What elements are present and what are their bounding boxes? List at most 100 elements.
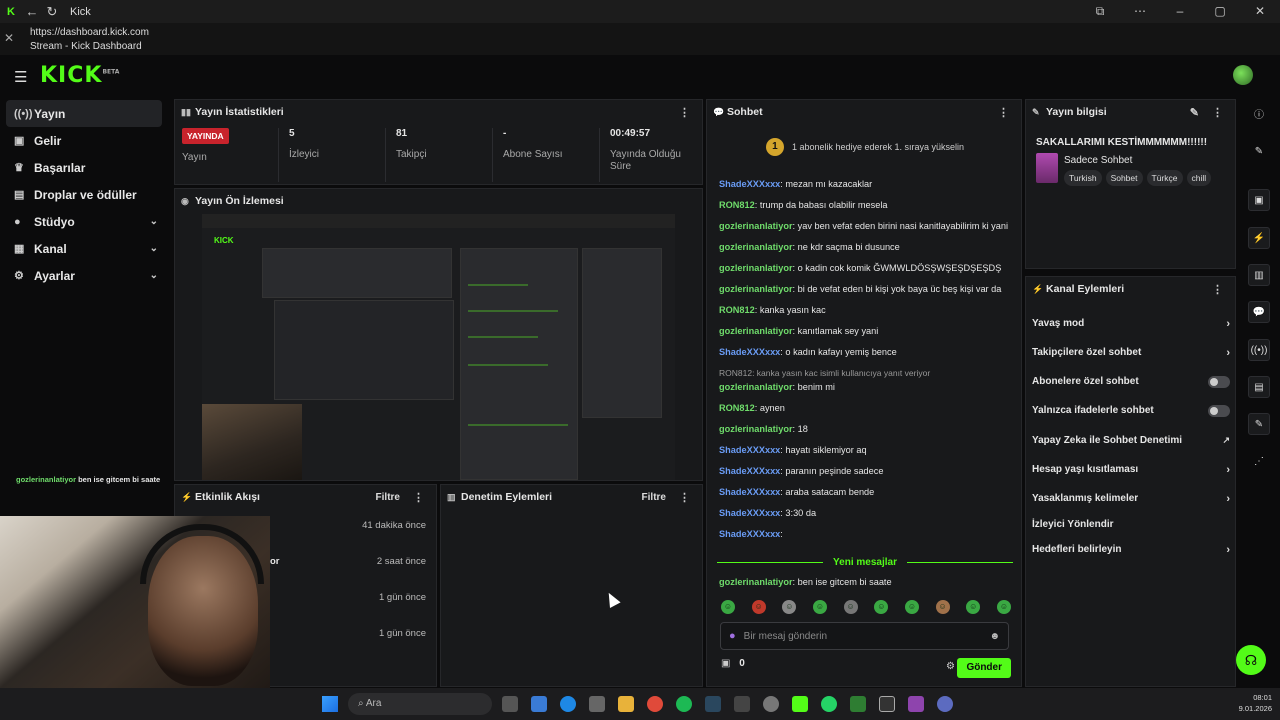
chat-input[interactable]: ● Bir mesaj gönderin ☻ [720,622,1009,650]
epic-games-icon[interactable] [734,696,750,712]
windows-start-icon[interactable] [322,696,338,712]
visual-studio-icon[interactable] [908,696,924,712]
emote-icon[interactable]: ☺ [996,600,1011,614]
taskbar-search[interactable]: ⌕ Ara [348,693,492,715]
action-followers-only[interactable]: Takipçilere özel sohbet › [1032,347,1232,359]
chat-username[interactable]: RON812 [719,403,755,413]
emote-icon[interactable]: ☺ [751,600,766,614]
tag[interactable]: chill [1186,170,1212,186]
more-options-icon[interactable]: ⋮ [679,106,690,119]
close-button[interactable]: ✕ [1240,0,1280,23]
chrome-icon[interactable] [647,696,663,712]
stream-preview-video[interactable]: KICK [202,214,675,480]
edge-icon[interactable] [560,696,576,712]
chat-username[interactable]: gozlerinanlatiyor [719,284,793,294]
action-slow-mode[interactable]: Yavaş mod › [1032,318,1232,330]
sidebar-item-ayarlar[interactable]: ⚙ Ayarlar ⌄ [0,262,168,289]
lightning-widget-icon[interactable]: ⚡ [1248,227,1270,249]
user-avatar[interactable] [1233,65,1253,85]
pinned-banner[interactable]: 1 1 abonelik hediye ederek 1. sıraya yük… [717,136,1013,158]
chat-username[interactable]: ShadeXXXxxx [719,347,780,357]
emote-icon[interactable]: ☺ [874,600,889,614]
nvidia-icon[interactable] [850,696,866,712]
sidebar-item-studyo[interactable]: ● Stüdyo ⌄ [0,208,168,235]
chat-settings-icon[interactable]: ⚙ [946,661,955,672]
g-app-icon[interactable] [879,696,895,712]
share-icon[interactable]: ⋰ [1248,451,1270,473]
chat-username[interactable]: gozlerinanlatiyor [719,382,793,392]
more-options-icon[interactable]: ⋮ [679,491,690,504]
action-raid[interactable]: İzleyici Yönlendir [1032,519,1232,530]
stream-category[interactable]: Sadece Sohbet [1064,155,1132,166]
chat-username[interactable]: ShadeXXXxxx [719,508,780,518]
mic-icon[interactable]: ● [729,630,736,642]
send-button[interactable]: Gönder [957,658,1011,678]
tag[interactable]: Sohbet [1105,170,1143,186]
sidebar-item-yayin[interactable]: ((•)) Yayın [6,100,162,127]
action-goals[interactable]: Hedefleri belirleyin › [1032,544,1232,556]
emote-icon[interactable]: ☺ [812,600,827,614]
close-icon[interactable]: ✕ [4,31,14,45]
action-ai-moderation[interactable]: Yapay Zeka ile Sohbet Denetimi ↗ [1032,435,1232,446]
action-account-age[interactable]: Hesap yaşı kısıtlaması › [1032,464,1232,476]
chat-username[interactable]: gozlerinanlatiyor [719,577,793,587]
menu-icon[interactable]: ☰ [14,68,27,86]
maximize-button[interactable]: ▢ [1200,0,1240,23]
more-options-icon[interactable]: ⋮ [413,491,424,504]
kick-logo[interactable]: KICKBETA [40,63,119,88]
action-banned-words[interactable]: Yasaklanmış kelimeler › [1032,493,1232,505]
emote-icon[interactable]: ☺ [966,600,981,614]
more-options-icon[interactable]: ⋮ [1212,106,1223,119]
sidebar-item-droplar[interactable]: ▤ Droplar ve ödüller [0,181,168,208]
more-options-icon[interactable]: ⋮ [1212,283,1223,296]
reload-icon[interactable]: ↻ [42,4,62,20]
points-icon[interactable]: ▣ [721,658,730,669]
chat-username[interactable]: gozlerinanlatiyor [719,424,793,434]
more-options-icon[interactable]: ⋮ [998,106,1009,119]
spotify-icon[interactable] [676,696,692,712]
pencil-icon[interactable]: ✎ [1248,141,1270,163]
document-widget-icon[interactable]: ▥ [1248,264,1270,286]
chat-username[interactable]: gozlerinanlatiyor [719,263,793,273]
emote-icon[interactable]: ☺ [904,600,919,614]
broadcast-widget-icon[interactable]: ((•)) [1248,339,1270,361]
widgets-icon[interactable] [531,696,547,712]
stats-widget-icon[interactable]: ▣ [1248,189,1270,211]
extensions-icon[interactable]: ⧉ [1080,0,1120,23]
back-icon[interactable]: ← [22,4,42,19]
chat-widget-icon[interactable]: 💬 [1248,301,1270,323]
layers-widget-icon[interactable]: ▤ [1248,376,1270,398]
kick-taskbar-icon[interactable] [792,696,808,712]
wrench-widget-icon[interactable]: ✎ [1248,413,1270,435]
emote-icon[interactable]: ☺ [843,600,858,614]
chat-username[interactable]: ShadeXXXxxx [719,466,780,476]
chat-username[interactable]: ShadeXXXxxx [719,529,780,539]
chat-username[interactable]: gozlerinanlatiyor [719,326,793,336]
folder-icon[interactable] [618,696,634,712]
subscribers-only-toggle[interactable] [1208,376,1230,388]
system-tray-clock[interactable]: 08:01 9.01.2026 [1239,692,1272,714]
sidebar-item-kanal[interactable]: ▦ Kanal ⌄ [0,235,168,262]
chat-username[interactable]: RON812 [719,305,755,315]
sidebar-item-basarilar[interactable]: ♛ Başarılar [0,154,168,181]
help-button[interactable]: ☊ [1236,645,1266,675]
filter-button[interactable]: Filtre [642,492,666,503]
emote-only-toggle[interactable] [1208,405,1230,417]
chat-username[interactable]: gozlerinanlatiyor [719,242,793,252]
chat-username[interactable]: ShadeXXXxxx [719,179,780,189]
new-messages-divider[interactable]: Yeni mesajlar [717,555,1013,569]
task-view-icon[interactable] [502,696,518,712]
emote-icon[interactable]: ☺ [721,600,735,614]
discord-icon[interactable] [937,696,953,712]
steam-icon[interactable] [705,696,721,712]
sidebar-item-gelir[interactable]: ▣ Gelir [0,127,168,154]
more-icon[interactable]: ⋯ [1120,0,1160,23]
whatsapp-icon[interactable] [821,696,837,712]
chat-username[interactable]: ShadeXXXxxx [719,445,780,455]
emote-icon[interactable]: ☺ [935,600,950,614]
chat-username[interactable]: RON812 [719,200,755,210]
emoji-icon[interactable]: ☻ [989,631,1000,642]
chat-username[interactable]: gozlerinanlatiyor [719,221,793,231]
edit-icon[interactable]: ✎ [1190,106,1199,119]
filter-button[interactable]: Filtre [376,492,400,503]
